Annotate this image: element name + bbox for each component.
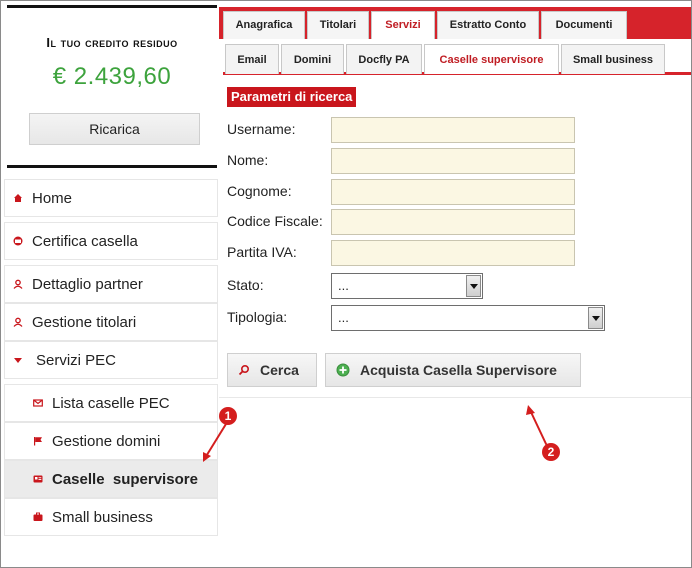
search-icon: [238, 364, 250, 376]
sidebar-item-gestione-titolari[interactable]: Gestione titolari: [4, 303, 218, 341]
tab-documenti[interactable]: Documenti: [541, 11, 627, 39]
user-icon: [13, 317, 23, 327]
annotation-badge-1: 1: [219, 407, 237, 425]
tab-email[interactable]: Email: [225, 44, 279, 74]
sidebar-item-caselle-supervisore[interactable]: Caselle supervisore: [4, 460, 218, 498]
sidebar-item-certifica-casella[interactable]: Certifica casella: [4, 222, 218, 260]
recharge-button[interactable]: Ricarica: [29, 113, 200, 145]
tab-estratto-conto[interactable]: Estratto Conto: [437, 11, 539, 39]
sidebar-item-servizi-pec[interactable]: Servizi PEC: [4, 341, 218, 379]
credit-bottom-rule: [7, 165, 217, 168]
mail-seal-icon: [13, 236, 23, 246]
caret-down-icon: [14, 358, 22, 363]
sidebar-item-label: Gestione titolari: [32, 313, 137, 331]
tab-docfly-pa[interactable]: Docfly PA: [346, 44, 422, 74]
envelope-icon: [33, 399, 43, 407]
main-content: Anagrafica Titolari Servizi Estratto Con…: [219, 1, 691, 567]
tipologia-label: Tipologia:: [227, 309, 288, 325]
credit-top-rule: [7, 5, 217, 8]
id-card-icon: [33, 475, 43, 483]
nome-label: Nome:: [227, 152, 269, 168]
sidebar-item-label: Caselle supervisore: [52, 470, 198, 488]
stato-select[interactable]: ...: [331, 273, 483, 299]
codice-fiscale-input[interactable]: [331, 209, 575, 235]
chevron-down-icon[interactable]: [588, 307, 603, 329]
secondary-tabbar: Email Domini Docfly PA Caselle superviso…: [223, 39, 691, 75]
credit-amount: € 2.439,60: [52, 63, 172, 90]
sidebar-item-label: Servizi PEC: [36, 351, 117, 369]
tipologia-select-value: ...: [338, 310, 349, 325]
sidebar-menu: Home Certifica casella Dettaglio partner…: [4, 179, 218, 536]
search-section-title: Parametri di ricerca: [227, 87, 357, 107]
search-button[interactable]: Cerca: [227, 353, 317, 387]
sidebar-item-label: Certifica casella: [32, 232, 138, 250]
sidebar-item-lista-caselle-pec[interactable]: Lista caselle PEC: [4, 384, 218, 422]
sidebar-item-small-business[interactable]: Small business: [4, 498, 218, 536]
cognome-input[interactable]: [331, 179, 575, 205]
partita-iva-input[interactable]: [331, 240, 575, 266]
annotation-badge-2: 2: [542, 443, 560, 461]
nome-input[interactable]: [331, 148, 575, 174]
tab-small-business[interactable]: Small business: [561, 44, 665, 74]
tab-titolari[interactable]: Titolari: [307, 11, 369, 39]
home-icon: [14, 194, 22, 202]
user-icon: [13, 279, 23, 289]
flag-icon: [34, 437, 42, 446]
sidebar-item-label: Home: [32, 189, 73, 207]
sidebar-item-home[interactable]: Home: [4, 179, 218, 217]
tab-anagrafica[interactable]: Anagrafica: [223, 11, 305, 39]
search-button-label: Cerca: [260, 362, 299, 378]
sidebar-item-gestione-domini[interactable]: Gestione domini: [4, 422, 218, 460]
chevron-down-icon[interactable]: [466, 275, 481, 297]
buy-supervisor-mailbox-button[interactable]: Acquista Casella Supervisore: [325, 353, 581, 387]
content-divider: [219, 397, 691, 398]
sidebar-item-label: Small business: [52, 508, 153, 526]
username-label: Username:: [227, 121, 296, 137]
cognome-label: Cognome:: [227, 183, 292, 199]
codice-fiscale-label: Codice Fiscale:: [227, 213, 323, 229]
plus-circle-icon: [336, 363, 350, 377]
partita-iva-label: Partita IVA:: [227, 244, 297, 260]
sidebar: Il tuo credito residuo € 2.439,60 Ricari…: [1, 1, 218, 567]
tab-servizi[interactable]: Servizi: [371, 11, 435, 39]
sidebar-item-label: Lista caselle PEC: [52, 394, 170, 412]
tab-caselle-supervisore[interactable]: Caselle supervisore: [424, 44, 559, 74]
tipologia-select[interactable]: ...: [331, 305, 605, 331]
buy-button-label: Acquista Casella Supervisore: [360, 362, 557, 378]
briefcase-icon: [33, 512, 43, 521]
tab-domini[interactable]: Domini: [281, 44, 344, 74]
username-input[interactable]: [331, 117, 575, 143]
sidebar-item-dettaglio-partner[interactable]: Dettaglio partner: [4, 265, 218, 303]
primary-tabbar: Anagrafica Titolari Servizi Estratto Con…: [219, 7, 691, 39]
stato-label: Stato:: [227, 277, 264, 293]
credit-title: Il tuo credito residuo: [46, 35, 178, 50]
sidebar-item-label: Gestione domini: [52, 432, 161, 450]
stato-select-value: ...: [338, 278, 349, 293]
sidebar-item-label: Dettaglio partner: [32, 275, 143, 293]
